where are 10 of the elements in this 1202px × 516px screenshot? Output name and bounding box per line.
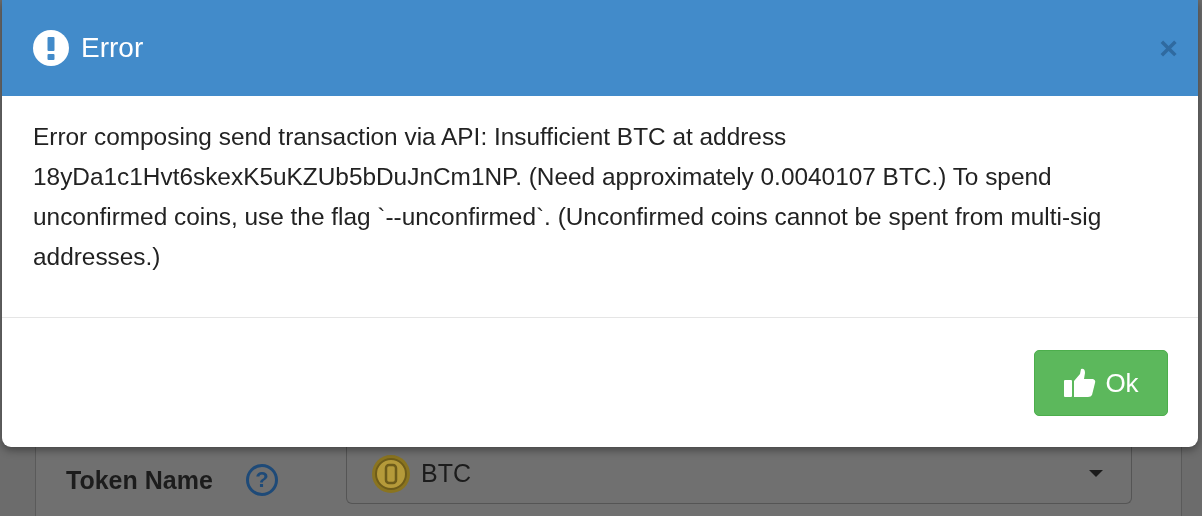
error-message: Error composing send transaction via API: Insufficient BTC at address 18yDa1c1Hvt6skexK5uKZUb5bDuJnCm1NP. (Need approximately 0.0040107 BTC.) To spend unconfirmed coins, use the flag `--unconfirmed`. (Unconfirmed coins cannot be spent from multi-sig addresses.): [33, 122, 1103, 272]
help-icon[interactable]: ?: [246, 464, 278, 496]
caret-icon: [1089, 470, 1103, 477]
coin-icon: [371, 453, 411, 494]
ok-button[interactable]: Ok: [1034, 350, 1168, 416]
thumbs-up-icon: [1063, 368, 1098, 398]
dialog-title: Error: [81, 32, 145, 64]
exclamation-icon: [33, 30, 69, 66]
field-label: Token Name: [66, 465, 214, 495]
close-button[interactable]: ×: [1159, 32, 1178, 64]
